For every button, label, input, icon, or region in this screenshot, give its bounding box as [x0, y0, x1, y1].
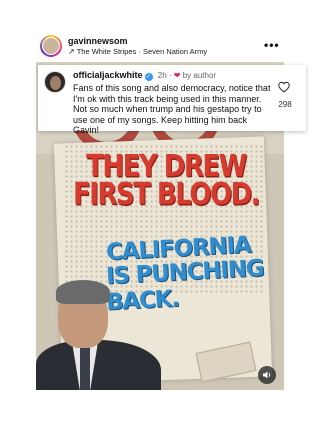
comment-text: Fans of this song and also democracy, no… [73, 83, 271, 136]
pinned-comment: officialjackwhite ✓ 2h · ❤ by author Fans… [38, 65, 306, 135]
comment-author-avatar[interactable] [44, 71, 66, 93]
verified-badge-icon: ✓ [144, 73, 153, 81]
comment-time: 2h [157, 71, 167, 80]
liked-by-author-label: by author [182, 71, 217, 80]
more-options-icon[interactable]: ••• [264, 38, 280, 52]
post-header: gavinnewsom ↗ The White Stripes · Seven N… [0, 0, 320, 62]
heart-filled-icon: ❤ [173, 71, 181, 80]
portrait-photo [36, 280, 176, 390]
post-author-avatar[interactable] [40, 35, 62, 57]
audio-track-label: The White Stripes · Seven Nation Army [76, 47, 208, 56]
arrow-trending-icon: ↗ [68, 47, 75, 56]
speaker-icon[interactable] [258, 366, 276, 384]
headline-red-line-2: FIRST BLOOD. [72, 177, 261, 213]
post-author-username[interactable]: gavinnewsom [68, 36, 128, 46]
heart-outline-icon[interactable] [277, 80, 291, 94]
comment-header: officialjackwhite ✓ 2h · ❤ by author [73, 70, 217, 81]
audio-track-link[interactable]: ↗ The White Stripes · Seven Nation Army [68, 47, 207, 56]
comment-like-count: 298 [278, 100, 292, 109]
comment-author-username[interactable]: officialjackwhite [73, 70, 143, 80]
